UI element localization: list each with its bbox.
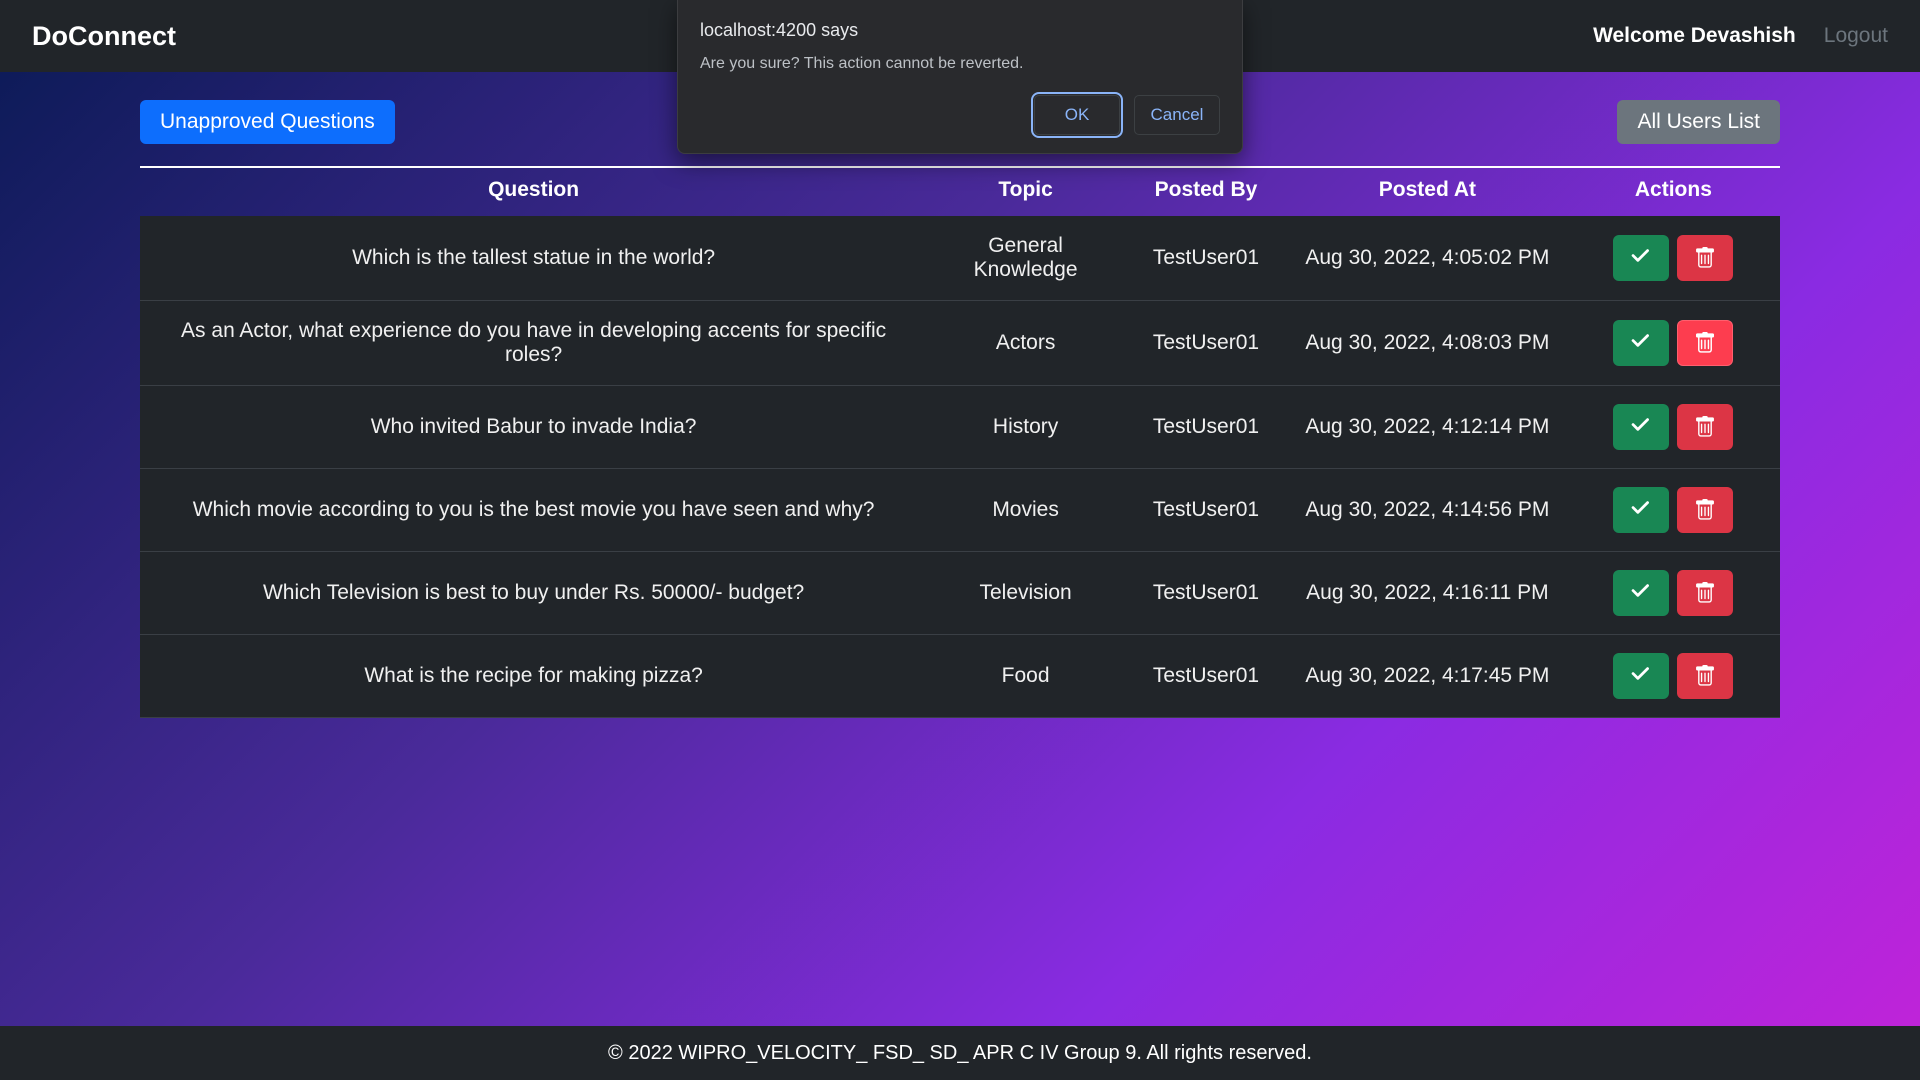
cell-actions	[1567, 469, 1780, 552]
table-head: Question Topic Posted By Posted At Actio…	[140, 168, 1780, 216]
check-icon	[1630, 416, 1652, 438]
dialog-buttons: OK Cancel	[700, 95, 1220, 135]
table-row: Which movie according to you is the best…	[140, 469, 1780, 552]
cell-topic: Movies	[927, 469, 1124, 552]
main: Unapproved Questions All Users List Ques…	[0, 72, 1920, 1026]
all-users-list-button[interactable]: All Users List	[1617, 100, 1780, 144]
cell-posted-at: Aug 30, 2022, 4:17:45 PM	[1288, 635, 1567, 718]
approve-button[interactable]	[1613, 570, 1669, 616]
trash-icon	[1694, 332, 1716, 354]
cell-posted-by: TestUser01	[1124, 635, 1288, 718]
cell-question: Who invited Babur to invade India?	[140, 386, 927, 469]
header-actions: Actions	[1567, 168, 1780, 216]
table-row: What is the recipe for making pizza?Food…	[140, 635, 1780, 718]
check-icon	[1630, 332, 1652, 354]
welcome-text: Welcome Devashish	[1593, 24, 1796, 48]
dialog-cancel-button[interactable]: Cancel	[1134, 95, 1220, 135]
confirm-dialog: localhost:4200 says Are you sure? This a…	[677, 0, 1243, 154]
unapproved-questions-button[interactable]: Unapproved Questions	[140, 100, 395, 144]
approve-button[interactable]	[1613, 653, 1669, 699]
questions-table-wrap: Question Topic Posted By Posted At Actio…	[140, 166, 1780, 718]
cell-topic: General Knowledge	[927, 216, 1124, 301]
check-icon	[1630, 499, 1652, 521]
approve-button[interactable]	[1613, 487, 1669, 533]
logout-link[interactable]: Logout	[1824, 24, 1888, 48]
delete-button[interactable]	[1677, 570, 1733, 616]
header-question: Question	[140, 168, 927, 216]
trash-icon	[1694, 665, 1716, 687]
cell-posted-at: Aug 30, 2022, 4:08:03 PM	[1288, 301, 1567, 386]
header-posted-by: Posted By	[1124, 168, 1288, 216]
approve-button[interactable]	[1613, 404, 1669, 450]
cell-posted-at: Aug 30, 2022, 4:05:02 PM	[1288, 216, 1567, 301]
check-icon	[1630, 665, 1652, 687]
header-posted-at: Posted At	[1288, 168, 1567, 216]
cell-actions	[1567, 301, 1780, 386]
cell-posted-by: TestUser01	[1124, 216, 1288, 301]
table-row: Who invited Babur to invade India?Histor…	[140, 386, 1780, 469]
cell-posted-by: TestUser01	[1124, 552, 1288, 635]
table-row: Which is the tallest statue in the world…	[140, 216, 1780, 301]
cell-question: Which is the tallest statue in the world…	[140, 216, 927, 301]
delete-button[interactable]	[1677, 487, 1733, 533]
cell-posted-by: TestUser01	[1124, 386, 1288, 469]
trash-icon	[1694, 247, 1716, 269]
cell-posted-by: TestUser01	[1124, 301, 1288, 386]
cell-topic: Food	[927, 635, 1124, 718]
cell-actions	[1567, 216, 1780, 301]
cell-topic: Actors	[927, 301, 1124, 386]
table-body: Which is the tallest statue in the world…	[140, 216, 1780, 718]
brand[interactable]: DoConnect	[32, 21, 176, 52]
delete-button[interactable]	[1677, 404, 1733, 450]
cell-topic: Television	[927, 552, 1124, 635]
delete-button[interactable]	[1677, 320, 1733, 366]
dialog-ok-button[interactable]: OK	[1034, 95, 1120, 135]
trash-icon	[1694, 416, 1716, 438]
footer: © 2022 WIPRO_VELOCITY_ FSD_ SD_ APR C IV…	[0, 1026, 1920, 1080]
dialog-message: Are you sure? This action cannot be reve…	[700, 55, 1220, 73]
cell-posted-by: TestUser01	[1124, 469, 1288, 552]
cell-posted-at: Aug 30, 2022, 4:12:14 PM	[1288, 386, 1567, 469]
header-topic: Topic	[927, 168, 1124, 216]
cell-question: Which movie according to you is the best…	[140, 469, 927, 552]
table-row: Which Television is best to buy under Rs…	[140, 552, 1780, 635]
cell-question: Which Television is best to buy under Rs…	[140, 552, 927, 635]
cell-actions	[1567, 552, 1780, 635]
approve-button[interactable]	[1613, 235, 1669, 281]
trash-icon	[1694, 499, 1716, 521]
table-row: As an Actor, what experience do you have…	[140, 301, 1780, 386]
check-icon	[1630, 247, 1652, 269]
approve-button[interactable]	[1613, 320, 1669, 366]
cell-question: As an Actor, what experience do you have…	[140, 301, 927, 386]
check-icon	[1630, 582, 1652, 604]
cell-question: What is the recipe for making pizza?	[140, 635, 927, 718]
delete-button[interactable]	[1677, 653, 1733, 699]
cell-actions	[1567, 635, 1780, 718]
footer-text: © 2022 WIPRO_VELOCITY_ FSD_ SD_ APR C IV…	[608, 1042, 1312, 1065]
cell-topic: History	[927, 386, 1124, 469]
cell-posted-at: Aug 30, 2022, 4:14:56 PM	[1288, 469, 1567, 552]
trash-icon	[1694, 582, 1716, 604]
dialog-title: localhost:4200 says	[700, 20, 1220, 41]
cell-posted-at: Aug 30, 2022, 4:16:11 PM	[1288, 552, 1567, 635]
delete-button[interactable]	[1677, 235, 1733, 281]
questions-table: Question Topic Posted By Posted At Actio…	[140, 168, 1780, 718]
cell-actions	[1567, 386, 1780, 469]
